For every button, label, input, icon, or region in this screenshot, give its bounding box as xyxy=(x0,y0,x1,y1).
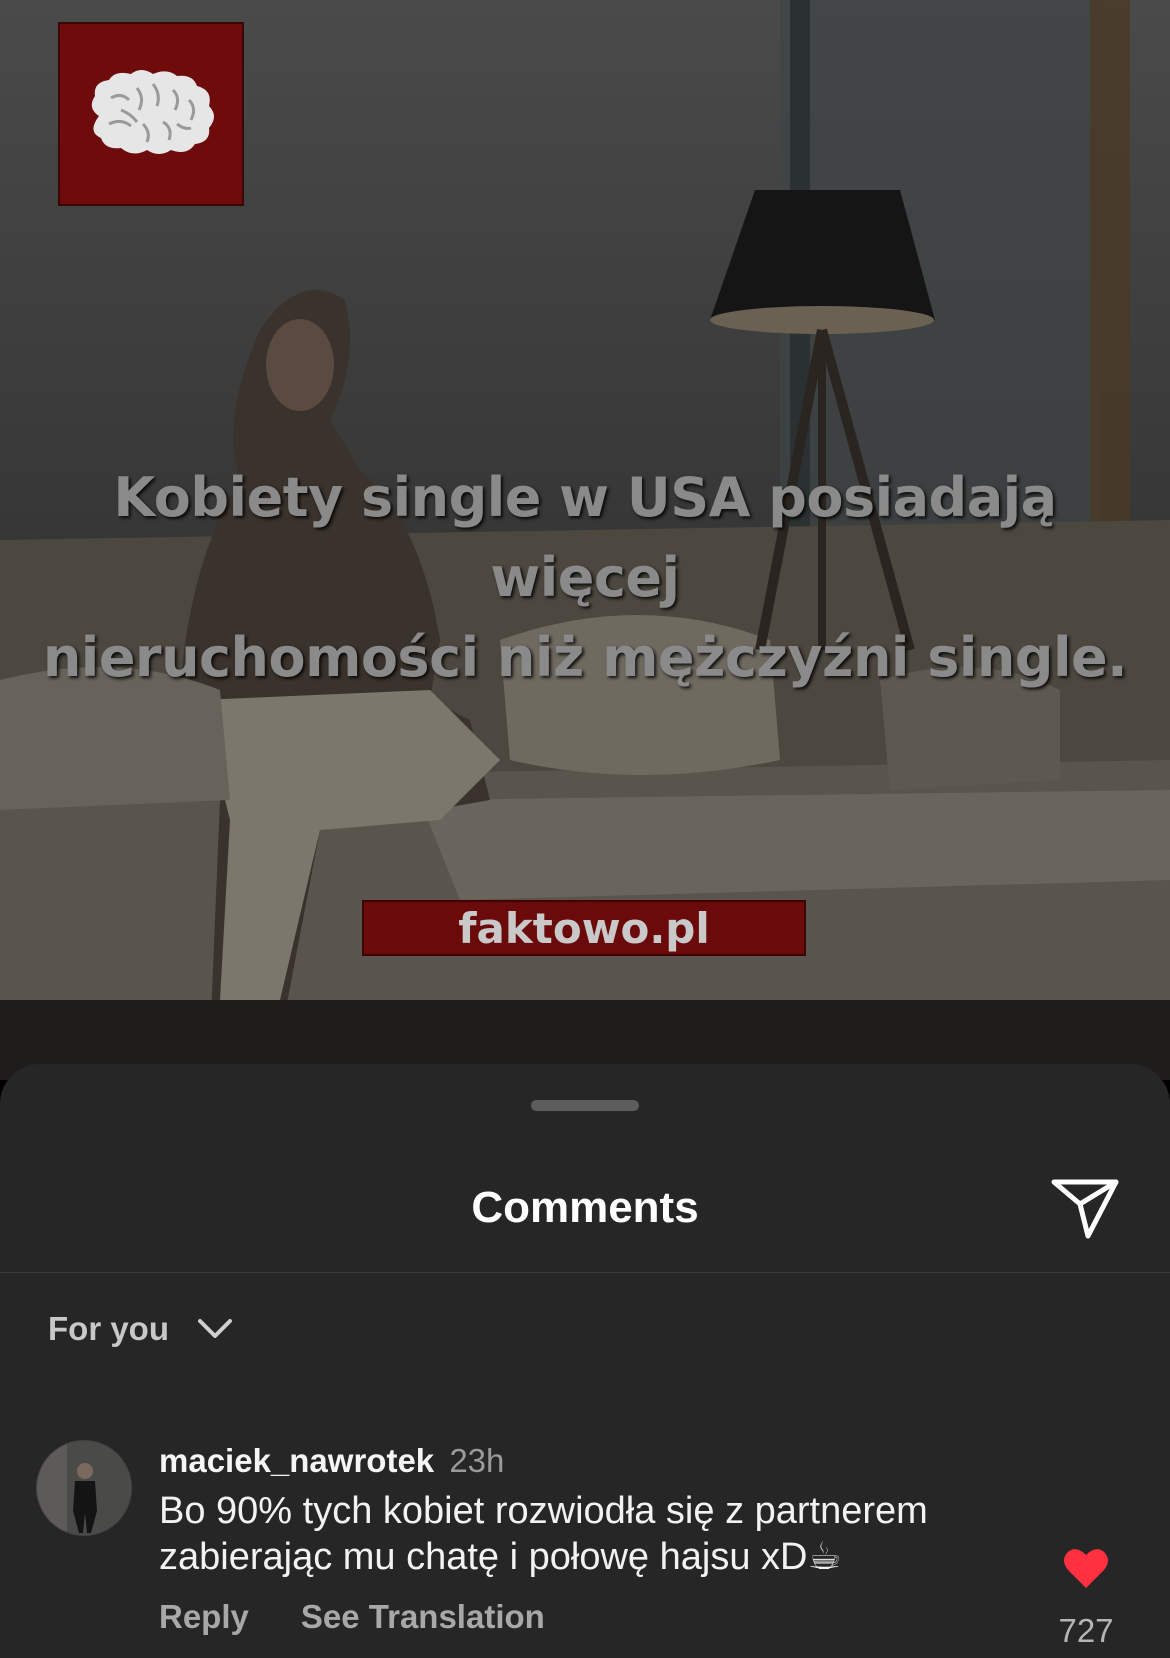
brand-logo xyxy=(58,22,244,206)
comment-username[interactable]: maciek_nawrotek xyxy=(159,1442,434,1479)
sheet-title: Comments xyxy=(471,1183,699,1232)
post-headline: Kobiety single w USA posiadają więcej ni… xyxy=(30,458,1140,698)
comment-item: maciek_nawrotek 23h Bo 90% tych kobiet r… xyxy=(0,1434,1170,1654)
avatar[interactable] xyxy=(36,1440,132,1536)
sheet-divider xyxy=(0,1272,1170,1273)
person-photo xyxy=(37,1441,131,1535)
site-banner: faktowo.pl xyxy=(362,900,806,956)
brain-icon xyxy=(91,70,214,154)
chevron-down-icon xyxy=(198,1319,232,1338)
headline-line-2: nieruchomości niż mężczyźni single. xyxy=(42,626,1128,689)
heart-filled-icon[interactable] xyxy=(1062,1546,1110,1590)
comments-sheet: Comments For you maciek_nawrotek 23h Bo … xyxy=(0,1064,1170,1658)
comment-filter-dropdown[interactable]: For you xyxy=(48,1310,233,1348)
comment-actions: Reply See Translation xyxy=(159,1598,545,1636)
sheet-drag-handle[interactable] xyxy=(531,1100,639,1111)
see-translation-button[interactable]: See Translation xyxy=(301,1598,545,1636)
post-image: Kobiety single w USA posiadają więcej ni… xyxy=(0,0,1170,1080)
paper-plane-icon[interactable] xyxy=(1050,1174,1120,1240)
reply-button[interactable]: Reply xyxy=(159,1598,249,1636)
like-count: 727 xyxy=(1058,1612,1114,1649)
headline-line-1: Kobiety single w USA posiadają więcej xyxy=(113,466,1057,609)
comment-text: Bo 90% tych kobiet rozwiodła się z partn… xyxy=(159,1490,928,1578)
comment-header: maciek_nawrotek 23h xyxy=(159,1442,504,1480)
comment-timestamp: 23h xyxy=(449,1442,505,1479)
filter-label: For you xyxy=(48,1310,169,1347)
